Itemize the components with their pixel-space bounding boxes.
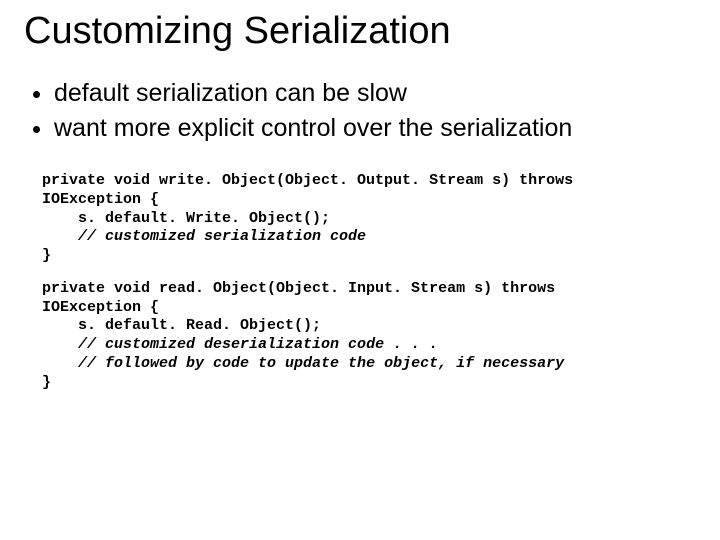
bullet-item: want more explicit control over the seri… [54,112,696,145]
code-block-read: private void read. Object(Object. Input.… [24,280,696,393]
code-line: private void read. Object(Object. Input.… [42,280,555,297]
code-line: } [42,374,51,391]
code-indent [42,336,78,353]
code-line: IOException { [42,191,159,208]
code-indent [42,355,78,372]
code-line: s. default. Read. Object(); [42,317,321,334]
slide: Customizing Serialization default serial… [0,0,720,540]
bullet-list: default serialization can be slow want m… [24,77,696,144]
code-line: IOException { [42,299,159,316]
code-line: s. default. Write. Object(); [42,210,330,227]
bullet-item: default serialization can be slow [54,77,696,110]
code-line: } [42,247,51,264]
slide-title: Customizing Serialization [24,10,696,53]
code-comment: // customized deserialization code . . . [78,336,438,353]
code-indent [42,228,78,245]
code-line: private void write. Object(Object. Outpu… [42,172,573,189]
code-comment: // customized serialization code [78,228,366,245]
code-block-write: private void write. Object(Object. Outpu… [24,172,696,266]
code-comment: // followed by code to update the object… [78,355,564,372]
